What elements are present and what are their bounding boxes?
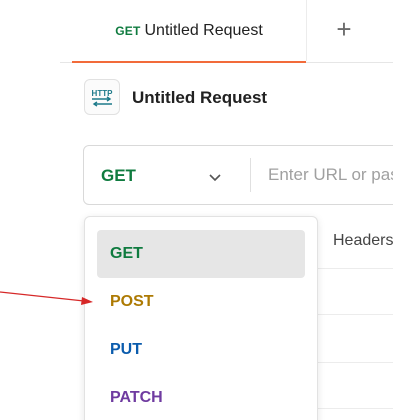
chevron-down-icon (208, 170, 222, 188)
method-option-patch[interactable]: PATCH (97, 374, 305, 420)
method-select[interactable]: GET (84, 146, 250, 204)
annotation-arrow (0, 291, 93, 305)
divider (318, 408, 393, 409)
tab-method-tag: GET (115, 23, 141, 38)
postman-request-page: GET Untitled Request + HTTP Untitled Req… (0, 0, 393, 420)
tab-headers[interactable]: Headers (333, 232, 393, 250)
method-option-get[interactable]: GET (97, 230, 305, 278)
tab-divider (306, 0, 307, 61)
http-icon-text: HTTP (92, 89, 114, 98)
http-request-icon: HTTP (84, 79, 120, 115)
divider (318, 362, 393, 363)
plus-icon: + (336, 14, 352, 44)
method-option-label: PUT (110, 341, 142, 358)
divider (318, 268, 393, 269)
method-select-value: GET (101, 166, 136, 185)
tab-bar: GET Untitled Request + (60, 0, 393, 63)
url-input[interactable] (268, 164, 393, 186)
method-option-label: PATCH (110, 389, 163, 406)
request-title[interactable]: Untitled Request (132, 88, 267, 108)
tab-title: Untitled Request (144, 21, 263, 39)
divider (318, 314, 393, 315)
method-option-put[interactable]: PUT (97, 326, 305, 374)
url-bar-divider (250, 158, 251, 192)
tab-untitled-request[interactable]: GET Untitled Request (72, 0, 306, 63)
url-bar: GET (83, 145, 393, 205)
method-option-label: POST (110, 293, 154, 310)
method-option-label: GET (110, 245, 143, 262)
method-option-post[interactable]: POST (97, 278, 305, 326)
method-dropdown: GET POST PUT PATCH (84, 216, 318, 420)
add-tab-button[interactable]: + (330, 16, 358, 44)
